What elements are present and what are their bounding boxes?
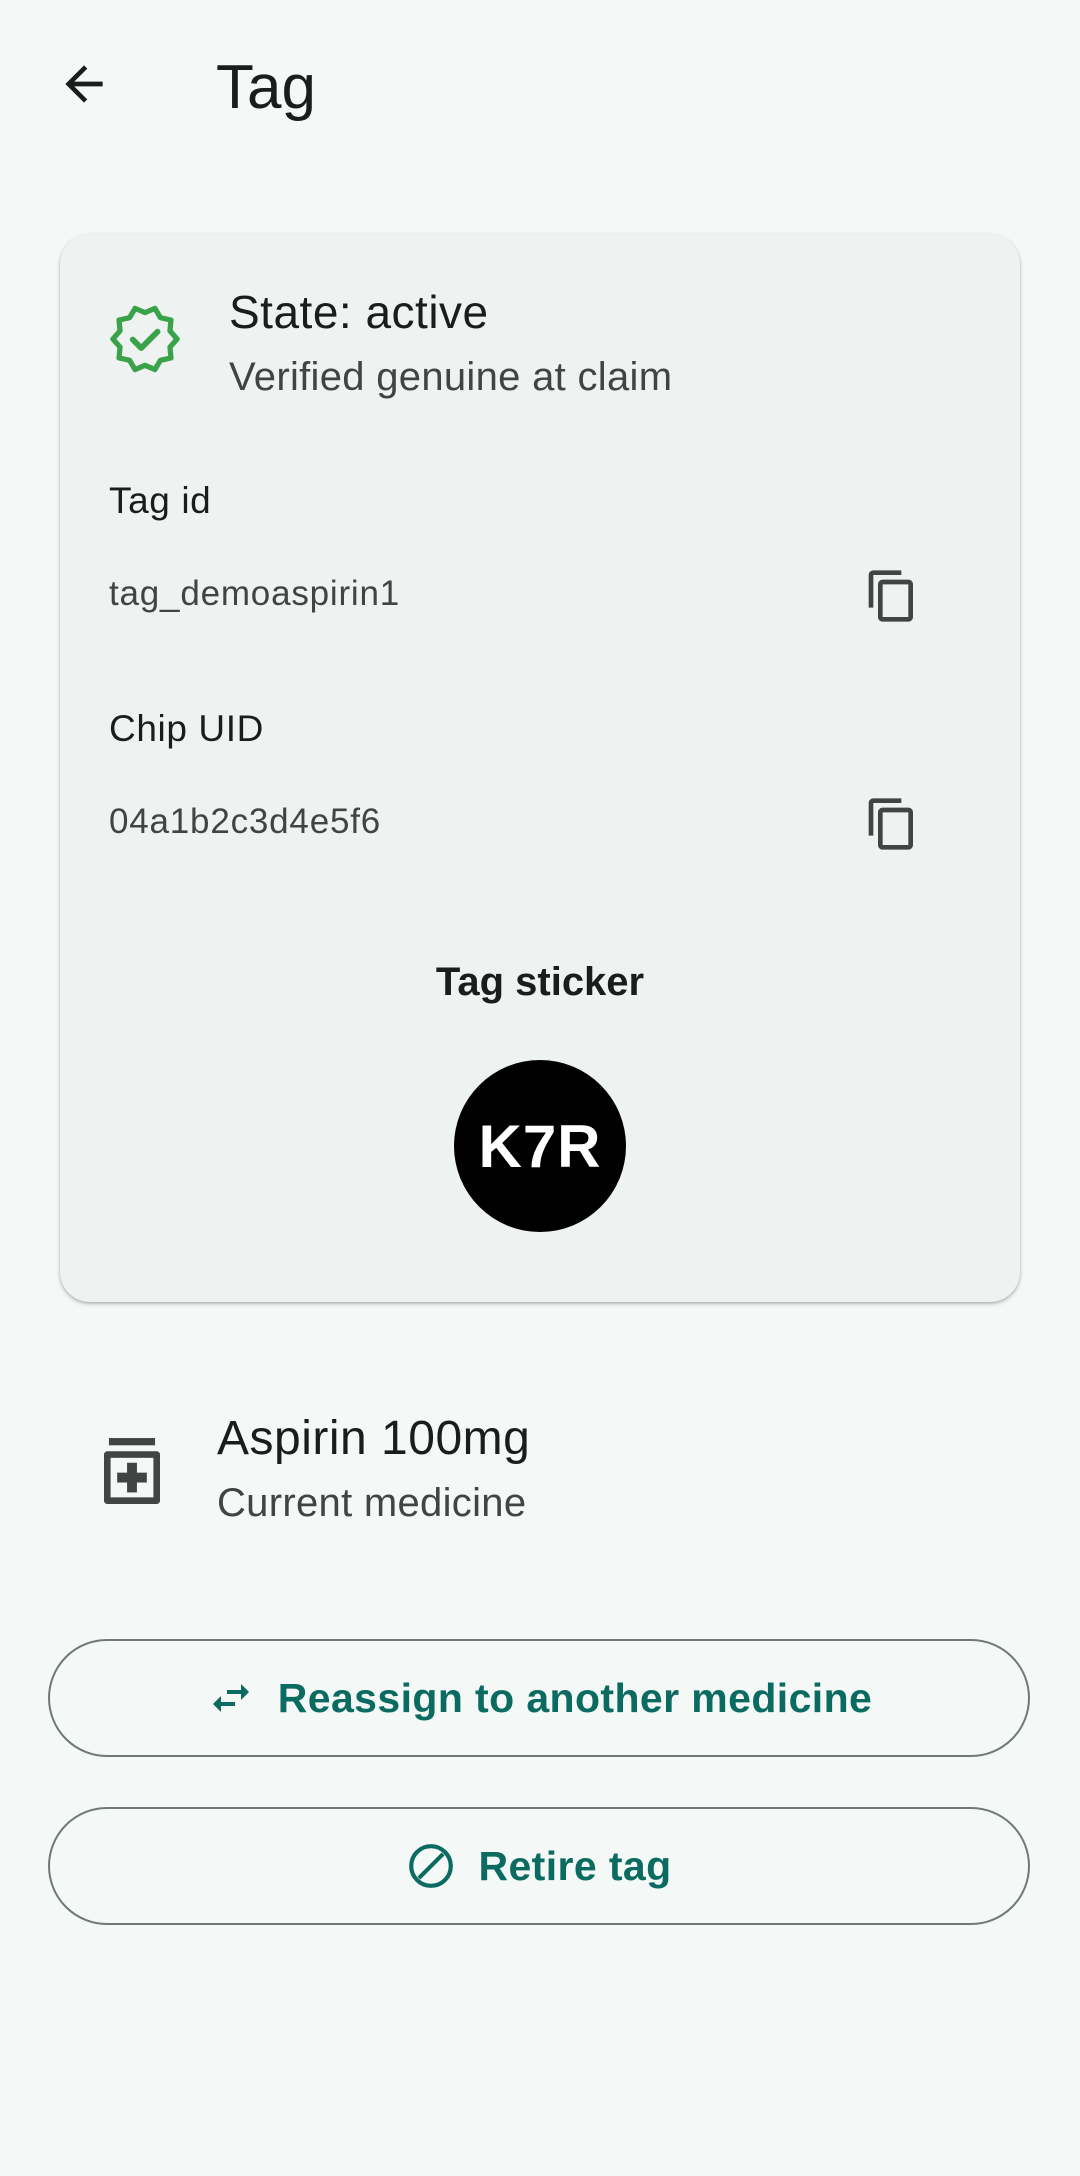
retire-tag-button-label: Retire tag — [478, 1842, 672, 1889]
tag-id-label: Tag id — [109, 480, 212, 521]
state-subtitle: Verified genuine at claim — [229, 355, 673, 399]
retire-tag-button[interactable]: Retire tag — [48, 1807, 1030, 1925]
copy-icon — [868, 798, 913, 850]
current-medicine-row: Aspirin 100mg Current medicine — [0, 1398, 1080, 1548]
arrow-back-icon — [65, 65, 103, 103]
reassign-button-label: Reassign to another medicine — [277, 1674, 873, 1721]
copy-icon — [868, 570, 913, 622]
copy-chip-uid-button[interactable] — [852, 784, 932, 864]
state-title: State: active — [229, 286, 489, 338]
tag-sticker-badge: K7R — [454, 1060, 626, 1232]
back-button[interactable] — [44, 44, 124, 124]
app-bar: Tag — [0, 0, 1080, 180]
medicine-name: Aspirin 100mg — [217, 1412, 531, 1465]
tag-sticker-label: Tag sticker — [435, 960, 645, 1004]
tag-status-card: State: active Verified genuine at claim … — [60, 234, 1020, 1302]
copy-tag-id-button[interactable] — [852, 556, 932, 636]
medicine-subtitle: Current medicine — [217, 1481, 527, 1525]
medicine-bottle-icon — [104, 1438, 160, 1504]
page-title: Tag — [216, 53, 316, 122]
block-icon — [406, 1841, 456, 1891]
tag-id-value: tag_demoaspirin1 — [109, 574, 401, 613]
swap-arrows-icon — [206, 1673, 256, 1723]
chip-uid-value: 04a1b2c3d4e5f6 — [109, 802, 382, 841]
chip-uid-label: Chip UID — [109, 708, 264, 749]
verified-badge-icon — [110, 305, 180, 373]
reassign-button[interactable]: Reassign to another medicine — [48, 1639, 1030, 1757]
